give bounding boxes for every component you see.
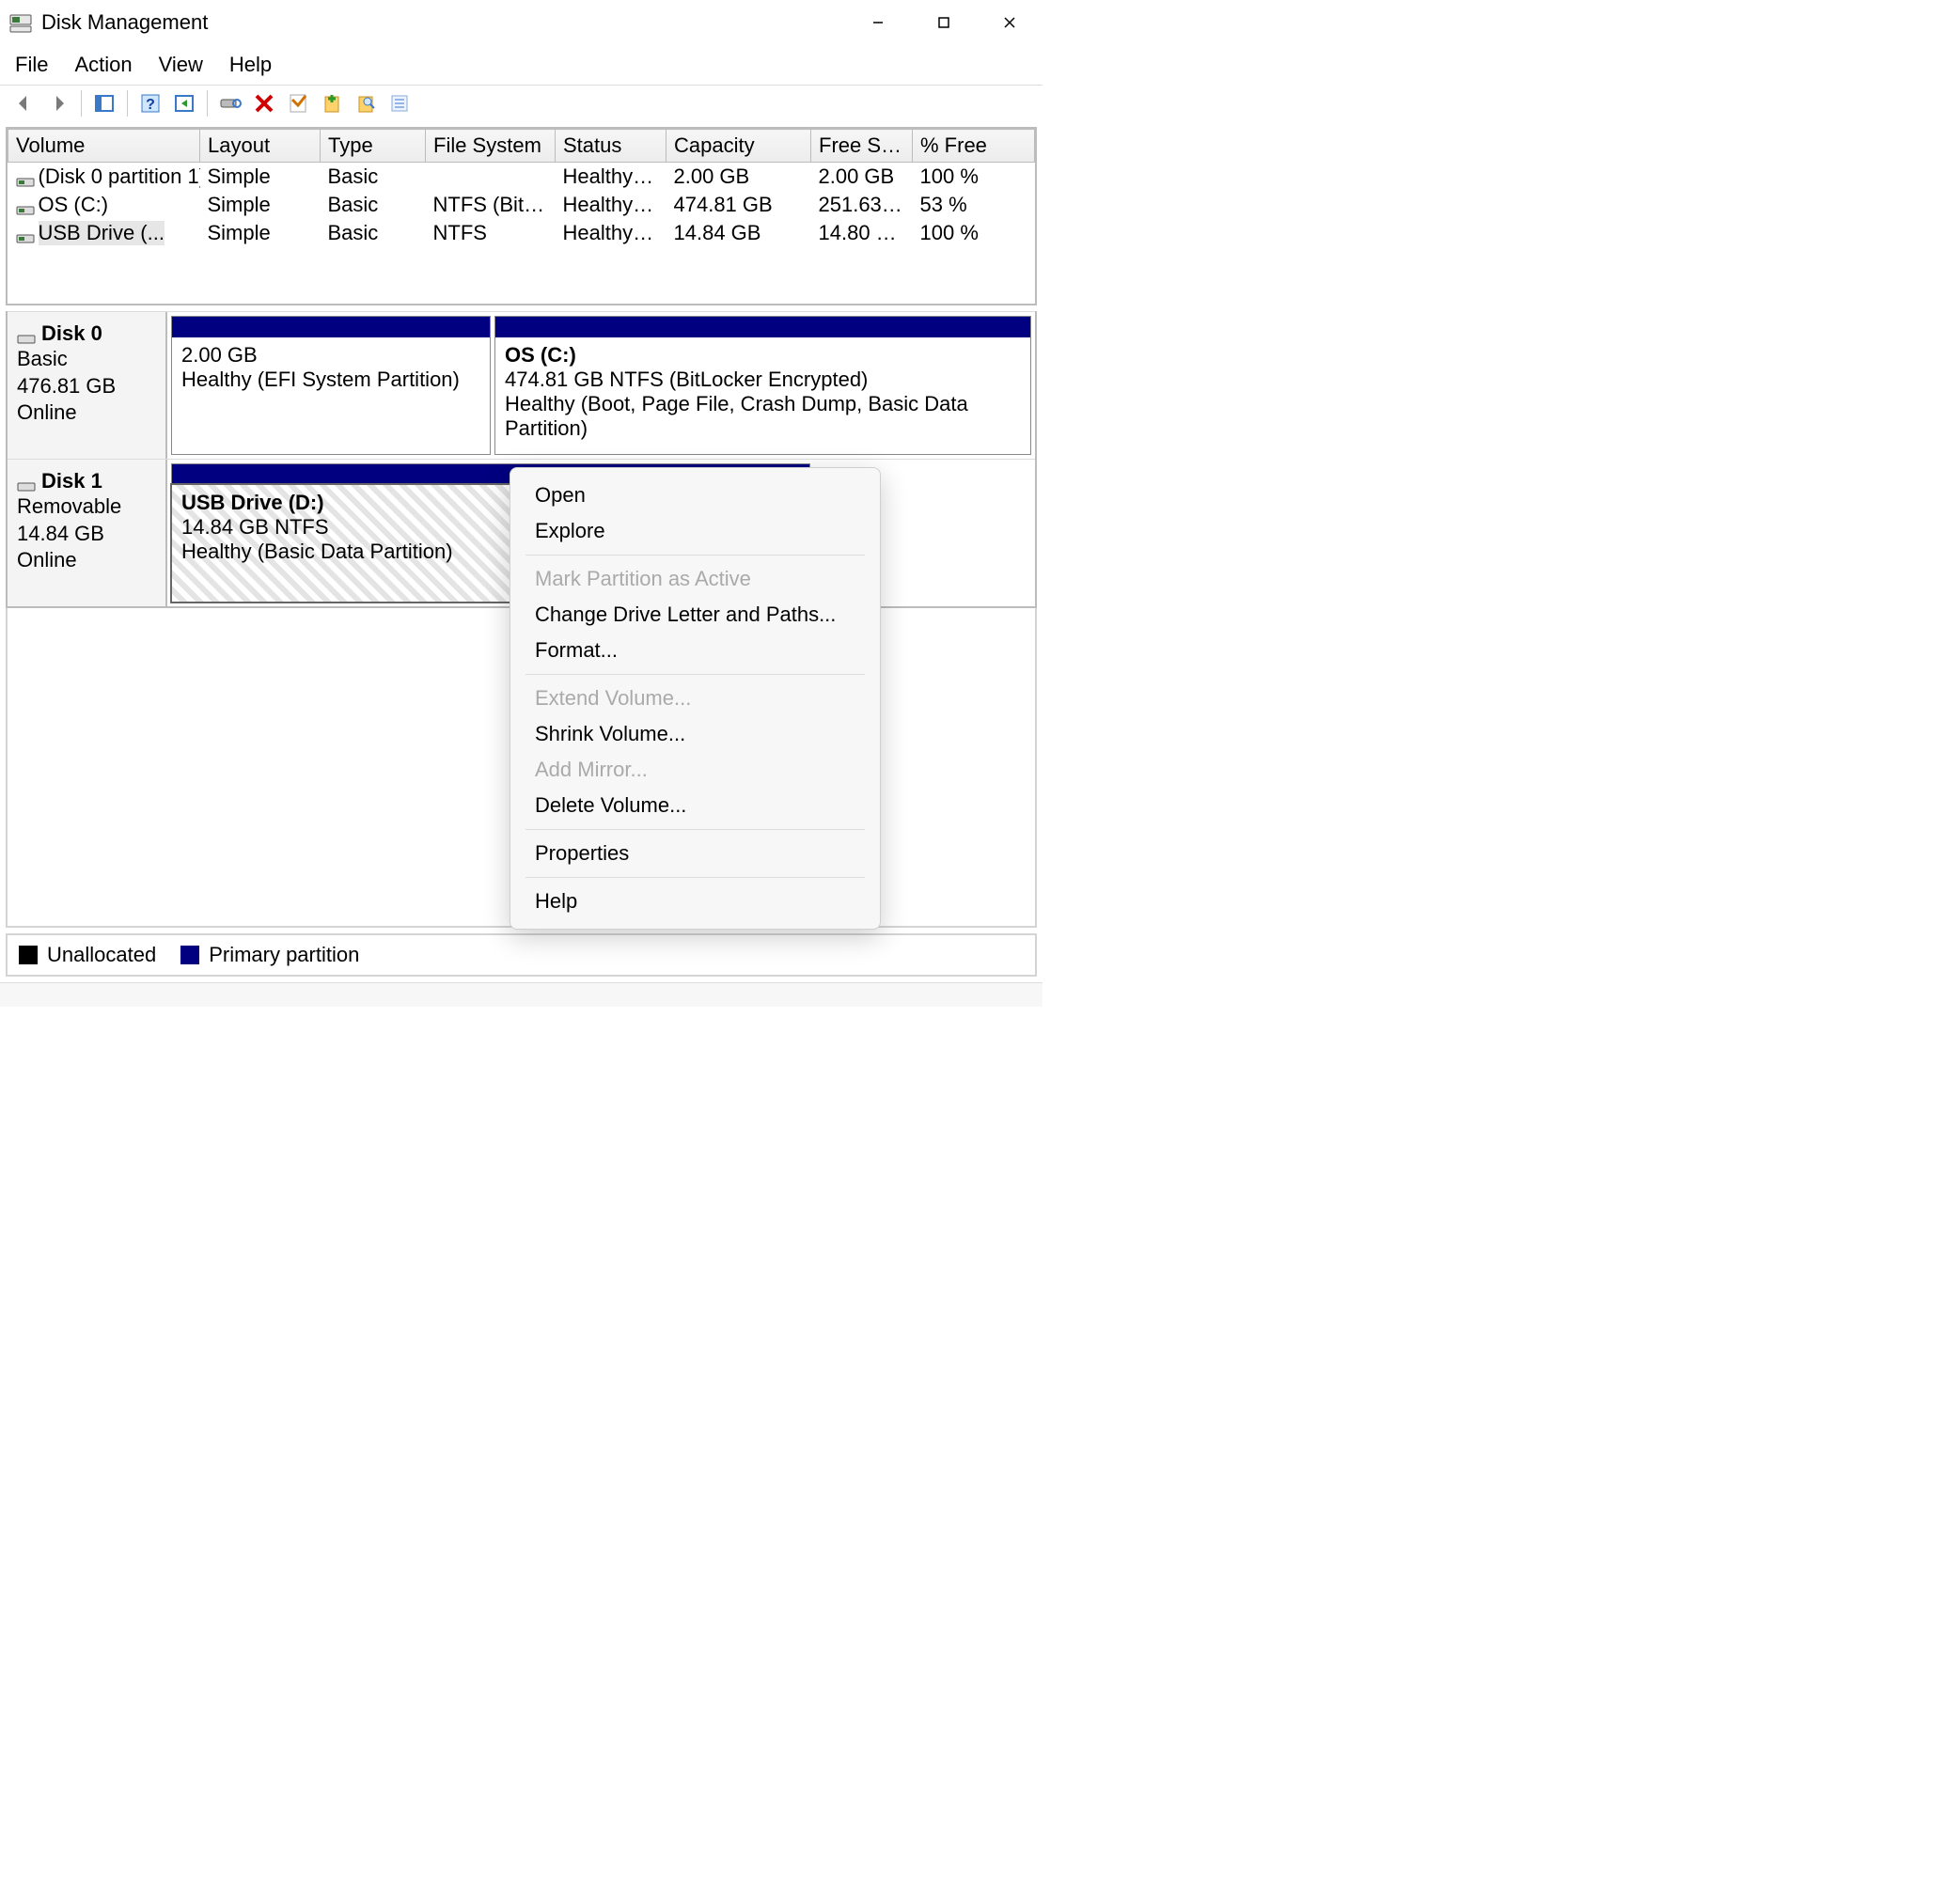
menu-view[interactable]: View (159, 53, 203, 77)
partition-line: Healthy (EFI System Partition) (181, 368, 480, 392)
ctx-extend: Extend Volume... (510, 681, 880, 716)
legend-primary: Primary partition (209, 943, 359, 967)
col-layout[interactable]: Layout (200, 130, 321, 163)
partition-line: 2.00 GB (181, 343, 480, 368)
col-type[interactable]: Type (321, 130, 426, 163)
minimize-button[interactable] (845, 0, 911, 45)
window-title: Disk Management (41, 10, 208, 35)
partition-stripe (495, 317, 1030, 337)
menu-action[interactable]: Action (74, 53, 132, 77)
partition[interactable]: 2.00 GBHealthy (EFI System Partition) (171, 316, 491, 455)
disk-row: Disk 0Basic476.81 GBOnline2.00 GBHealthy… (8, 311, 1035, 459)
disk-icon (17, 327, 36, 340)
close-button[interactable] (977, 0, 1043, 45)
status-bar (0, 982, 1043, 1007)
disk-icon (17, 475, 36, 488)
col-status[interactable]: Status (556, 130, 666, 163)
ctx-help[interactable]: Help (510, 884, 880, 919)
partition-line: 474.81 GB NTFS (BitLocker Encrypted) (505, 368, 1021, 392)
volume-name: USB Drive (... (39, 221, 165, 245)
drive-icon (16, 227, 35, 240)
empty-area: Open Explore Mark Partition as Active Ch… (6, 608, 1037, 928)
show-hide-action-button[interactable] (167, 89, 201, 117)
show-hide-tree-button[interactable] (87, 89, 121, 117)
disk-header[interactable]: Disk 1Removable14.84 GBOnline (8, 460, 167, 606)
drive-icon (16, 170, 35, 183)
col-volume[interactable]: Volume (8, 130, 200, 163)
volume-name: (Disk 0 partition 1) (39, 164, 200, 189)
volume-row[interactable]: (Disk 0 partition 1)SimpleBasicHealthy (… (8, 163, 1035, 192)
list-icon[interactable] (383, 89, 416, 117)
delete-icon[interactable] (247, 89, 281, 117)
ctx-shrink[interactable]: Shrink Volume... (510, 716, 880, 752)
partition[interactable]: OS (C:)474.81 GB NTFS (BitLocker Encrypt… (494, 316, 1031, 455)
col-capacity[interactable]: Capacity (666, 130, 811, 163)
ctx-open[interactable]: Open (510, 477, 880, 513)
new-icon[interactable] (315, 89, 349, 117)
col-pct[interactable]: % Free (913, 130, 1035, 163)
menu-file[interactable]: File (15, 53, 48, 77)
forward-button[interactable] (41, 89, 75, 117)
legend-swatch-unallocated (19, 946, 38, 964)
ctx-mark-active: Mark Partition as Active (510, 561, 880, 597)
volume-list[interactable]: Volume Layout Type File System Status Ca… (6, 127, 1037, 305)
col-fs[interactable]: File System (426, 130, 556, 163)
ctx-explore[interactable]: Explore (510, 513, 880, 549)
refresh-button[interactable] (213, 89, 247, 117)
svg-text:?: ? (146, 97, 155, 113)
context-menu: Open Explore Mark Partition as Active Ch… (510, 467, 881, 930)
help-button[interactable]: ? (133, 89, 167, 117)
menu-help[interactable]: Help (229, 53, 272, 77)
disk-header[interactable]: Disk 0Basic476.81 GBOnline (8, 312, 167, 459)
ctx-change-letter[interactable]: Change Drive Letter and Paths... (510, 597, 880, 633)
ctx-format[interactable]: Format... (510, 633, 880, 668)
volume-name: OS (C:) (39, 193, 109, 217)
column-header-row: Volume Layout Type File System Status Ca… (8, 130, 1035, 163)
search-icon[interactable] (349, 89, 383, 117)
app-icon (9, 11, 32, 34)
drive-icon (16, 198, 35, 211)
partition-line: Healthy (Boot, Page File, Crash Dump, Ba… (505, 392, 1021, 441)
titlebar: Disk Management (0, 0, 1043, 45)
ctx-delete[interactable]: Delete Volume... (510, 788, 880, 823)
col-free[interactable]: Free Spa... (811, 130, 913, 163)
ctx-add-mirror: Add Mirror... (510, 752, 880, 788)
legend-unallocated: Unallocated (47, 943, 156, 967)
toolbar: ? (0, 86, 1043, 123)
volume-row[interactable]: OS (C:)SimpleBasicNTFS (BitLo...Healthy … (8, 191, 1035, 219)
menubar: File Action View Help (0, 45, 1043, 85)
legend: Unallocated Primary partition (6, 933, 1037, 977)
properties-icon[interactable] (281, 89, 315, 117)
partition-area: 2.00 GBHealthy (EFI System Partition)OS … (167, 312, 1035, 459)
ctx-properties[interactable]: Properties (510, 836, 880, 871)
back-button[interactable] (8, 89, 41, 117)
partition-title: OS (C:) (505, 343, 1021, 368)
volume-row[interactable]: USB Drive (...SimpleBasicNTFSHealthy (B.… (8, 219, 1035, 247)
maximize-button[interactable] (911, 0, 977, 45)
partition-stripe (172, 317, 490, 337)
legend-swatch-primary (180, 946, 199, 964)
